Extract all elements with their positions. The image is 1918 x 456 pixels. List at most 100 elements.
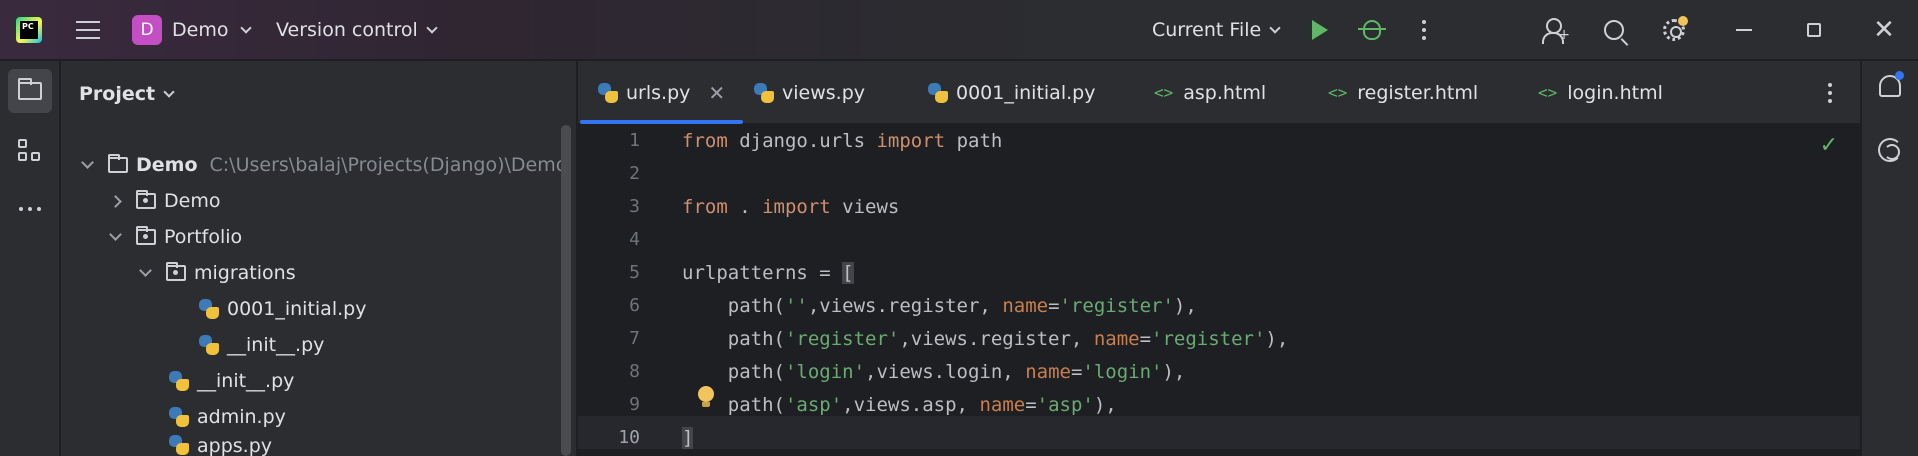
code-line-7: path('register',views.register, name='re…: [682, 328, 1289, 350]
line-number: 2: [629, 163, 640, 184]
kebab-icon: [1828, 83, 1832, 87]
add-user-icon: +: [1542, 18, 1570, 44]
notification-badge: [1895, 71, 1904, 80]
more-horizontal-icon: [19, 207, 41, 211]
pycharm-logo-icon: PC: [16, 17, 42, 43]
code-line-5: urlpatterns = [: [682, 262, 854, 284]
html-file-icon: <>: [1154, 83, 1174, 102]
editor-tab-bar: urls.py ✕ views.py 0001_initial.py <> as…: [578, 61, 1860, 124]
search-everywhere-button[interactable]: [1594, 0, 1634, 60]
project-switcher[interactable]: D Demo: [132, 0, 253, 60]
line-number: 3: [629, 196, 640, 217]
python-file-icon: [598, 82, 618, 103]
tab-urls-py[interactable]: urls.py ✕: [579, 61, 744, 124]
tab-views-py[interactable]: views.py: [754, 61, 865, 124]
run-configuration-label: Current File: [1152, 19, 1262, 41]
tree-item-portfolio[interactable]: Portfolio: [109, 221, 242, 253]
chevron-down-icon: [240, 21, 253, 34]
run-button[interactable]: [1300, 0, 1340, 60]
package-folder-icon: [166, 262, 186, 281]
chevron-down-icon: [163, 85, 175, 98]
line-number: 1: [629, 130, 640, 151]
code-line-9: path('asp',views.asp, name='asp'),: [682, 394, 1117, 416]
ai-assistant-icon[interactable]: [1878, 138, 1902, 162]
structure-icon: [18, 139, 42, 163]
line-number: 10: [618, 427, 640, 448]
html-file-icon: <>: [1328, 83, 1348, 102]
minimize-window-button[interactable]: [1724, 0, 1764, 60]
code-line-6: path('',views.register, name='register')…: [682, 295, 1197, 317]
tree-item-portfolio-init[interactable]: __init__.py: [169, 365, 294, 397]
tab-login-html[interactable]: <> login.html: [1538, 61, 1663, 124]
title-bar: PC D Demo Version control Current File +…: [0, 0, 1918, 60]
chevron-down-icon: [139, 263, 152, 277]
tree-item-demo-package[interactable]: Demo: [109, 185, 220, 217]
version-control-label: Version control: [276, 19, 418, 41]
tree-item-demo-root[interactable]: Demo C:\Users\balaj\Projects(Django)\Dem…: [81, 149, 567, 181]
code-line-3: from . import views: [682, 196, 900, 218]
code-line-1: from django.urls import path: [682, 130, 1003, 152]
code-editor[interactable]: 1 2 3 4 5 6 7 8 9 10 ✓ from django.urls …: [578, 125, 1860, 456]
line-number: 7: [629, 328, 640, 349]
tree-item-apps[interactable]: apps.py: [169, 421, 272, 456]
gear-icon: [1663, 16, 1688, 41]
close-tab-icon[interactable]: ✕: [708, 81, 725, 105]
search-icon: [1604, 20, 1624, 40]
chevron-down-icon: [81, 155, 94, 169]
line-number: 5: [629, 262, 640, 283]
line-number: 6: [629, 295, 640, 316]
more-actions-button[interactable]: [1404, 0, 1444, 60]
play-icon: [1312, 20, 1328, 40]
tree-item-migrations[interactable]: migrations: [139, 257, 296, 289]
code-line-8: path('login',views.login, name='login'),: [682, 361, 1186, 383]
python-file-icon: [754, 82, 774, 103]
project-tool-button[interactable]: [8, 69, 52, 113]
chevron-down-icon: [109, 227, 122, 241]
tree-item-migrations-init[interactable]: __init__.py: [199, 329, 324, 361]
close-icon: ✕: [1873, 15, 1895, 45]
project-panel: Project Demo C:\Users\balaj\Projects(Dja…: [61, 61, 577, 456]
tab-actions-button[interactable]: [1828, 83, 1832, 103]
app-logo[interactable]: PC: [16, 0, 42, 60]
hamburger-icon: [76, 21, 100, 23]
panel-title: Project: [79, 83, 156, 105]
tree-item-0001-initial[interactable]: 0001_initial.py: [199, 293, 366, 325]
close-window-button[interactable]: ✕: [1864, 0, 1904, 60]
code-with-me-button[interactable]: +: [1534, 0, 1574, 60]
debug-button[interactable]: [1352, 0, 1392, 60]
python-file-icon: [199, 299, 219, 319]
right-tool-strip: [1861, 61, 1918, 456]
folder-icon: [18, 78, 42, 100]
left-tool-strip: [0, 61, 60, 456]
tab-register-html[interactable]: <> register.html: [1328, 61, 1478, 124]
project-name: Demo: [172, 19, 229, 41]
python-file-icon: [199, 335, 219, 355]
chevron-down-icon: [426, 21, 438, 34]
tab-0001-initial-py[interactable]: 0001_initial.py: [928, 61, 1095, 124]
python-file-icon: [169, 371, 189, 391]
line-number: 4: [629, 229, 640, 250]
more-tools-button[interactable]: [8, 187, 52, 231]
bug-icon: [1358, 20, 1386, 40]
project-panel-scrollbar[interactable]: [561, 125, 571, 456]
chevron-right-icon: [109, 194, 122, 208]
package-folder-icon: [136, 226, 156, 245]
checkmark-icon[interactable]: ✓: [1820, 133, 1838, 158]
structure-tool-button[interactable]: [8, 129, 52, 173]
update-badge: [1678, 16, 1688, 26]
code-line-10: ]: [682, 427, 694, 449]
restore-window-button[interactable]: [1794, 0, 1834, 60]
project-badge: D: [132, 15, 162, 45]
project-view-selector[interactable]: Project: [79, 61, 175, 127]
main-menu-button[interactable]: [74, 0, 102, 60]
version-control-button[interactable]: Version control: [276, 0, 438, 60]
tab-asp-html[interactable]: <> asp.html: [1154, 61, 1266, 124]
run-configuration-selector[interactable]: Current File: [1152, 0, 1281, 60]
python-file-icon: [928, 82, 948, 103]
settings-button[interactable]: [1654, 0, 1694, 60]
line-number: 9: [629, 394, 640, 415]
folder-icon: [108, 154, 128, 173]
line-number: 8: [629, 361, 640, 382]
kebab-icon: [1422, 20, 1426, 24]
minimize-icon: [1736, 29, 1752, 31]
